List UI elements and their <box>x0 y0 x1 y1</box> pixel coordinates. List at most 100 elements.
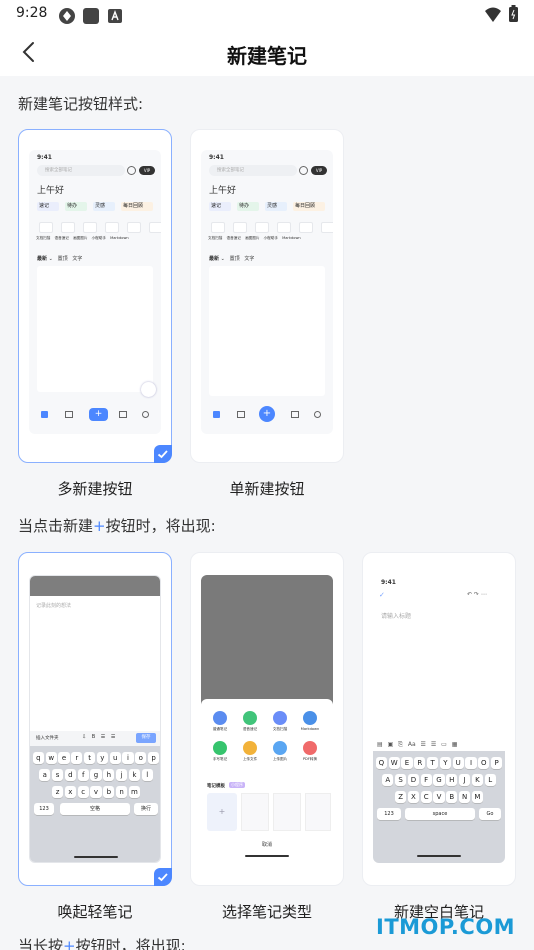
mock-type-icon <box>213 741 227 755</box>
key: 换行 <box>134 803 158 815</box>
page-title: 新建笔记 <box>227 44 307 68</box>
battery-icon <box>509 5 518 22</box>
key: v <box>90 786 102 798</box>
mock-type-label: Markdown <box>300 727 320 731</box>
preview-light-note: 记录此刻的想法 插入文件夹 ⇩ B ☰ ☰ 保存 qwertyuiopasdfg… <box>29 575 161 863</box>
mock-save-button: 保存 <box>136 733 156 743</box>
mock-type-label: 上传文件 <box>242 757 258 761</box>
mock-insert: 插入文件夹 <box>36 736 59 741</box>
key: g <box>90 769 102 781</box>
key: 123 <box>34 803 54 815</box>
key: y <box>96 752 109 764</box>
mock-chip: 速记 <box>37 202 59 211</box>
mock-chip: 灵感 <box>93 202 115 211</box>
mock-type-label: 语音速记 <box>242 727 258 731</box>
mock-title-placeholder: 请输入标题 <box>381 613 412 620</box>
key: s <box>51 769 64 781</box>
click-option-light-note[interactable]: 记录此刻的想法 插入文件夹 ⇩ B ☰ ☰ 保存 qwertyuiopasdfg… <box>18 552 172 886</box>
mock-type-label: PDF转换 <box>302 757 318 761</box>
key: e <box>58 752 70 764</box>
wifi-icon <box>485 7 501 22</box>
key: i <box>122 752 134 764</box>
square-icon <box>83 8 99 24</box>
key: Go <box>479 808 501 820</box>
preview-blank-note: 9:41 ✓ ↶ ↷ ⋯ 请输入标题 ▤ ▣ ⎘ Aa ☰ ☰ ▭ ▦ QWER… <box>373 575 505 863</box>
mock-type-icon <box>303 711 317 725</box>
key: m <box>128 786 141 798</box>
mock-template-label: 笔记模板 <box>207 784 225 789</box>
key: P <box>490 757 503 769</box>
key: l <box>141 769 153 781</box>
style-option-multi-button[interactable]: 9:41 搜索全部笔记 VIP 上午好 速记 待办 灵感 每日回顾 文档扫描 语… <box>18 129 172 463</box>
mock-chip: 每日回顾 <box>293 202 325 211</box>
style-option-caption: 单新建按钮 <box>229 480 305 498</box>
mock-keyboard: Q W E R T Y U I O P A S D F G H J K L Z X C V B N M 123 space Go <box>373 751 505 863</box>
key: M <box>471 791 484 803</box>
status-bar: 9:28 <box>0 0 534 28</box>
click-option-blank-note[interactable]: 9:41 ✓ ↶ ↷ ⋯ 请输入标题 ▤ ▣ ⎘ Aa ☰ ☰ ▭ ▦ QWER… <box>362 552 516 886</box>
key: u <box>109 752 121 764</box>
key: K <box>471 774 484 786</box>
key: I <box>465 757 477 769</box>
mock-time: 9:41 <box>209 154 224 161</box>
key: E <box>401 757 413 769</box>
key: Q <box>375 757 388 769</box>
mock-greeting: 上午好 <box>37 186 65 196</box>
key: O <box>478 757 490 769</box>
key: R <box>414 757 426 769</box>
key: x <box>64 786 77 798</box>
mock-chip: 速记 <box>209 202 231 211</box>
mock-type-icon <box>273 741 287 755</box>
mock-chip: 待办 <box>237 202 259 211</box>
key: f <box>77 769 89 781</box>
key: N <box>458 791 471 803</box>
mock-type-icon <box>273 711 287 725</box>
key: A <box>382 774 394 786</box>
navigation-bar: 新建笔记 <box>0 28 534 76</box>
section-title-click-action: 当点击新建+按钮时，将出现: <box>18 517 216 535</box>
selected-check-icon <box>154 445 172 463</box>
mock-type-icon <box>303 741 317 755</box>
key: V <box>433 791 445 803</box>
key: d <box>64 769 77 781</box>
mock-keyboard: q w e r t y u i o p a s d f g h j k l z x c v b n m 123 空格 换行 <box>30 746 160 862</box>
mock-search-placeholder: 搜索全部笔记 <box>217 168 244 173</box>
key: j <box>115 769 128 781</box>
app-icon <box>59 8 75 24</box>
key: a <box>39 769 51 781</box>
selected-check-icon <box>154 868 172 886</box>
key: H <box>446 774 458 786</box>
key: b <box>103 786 115 798</box>
key: W <box>388 757 400 769</box>
key: w <box>45 752 57 764</box>
key: p <box>147 752 160 764</box>
key: t <box>83 752 96 764</box>
key: q <box>32 752 45 764</box>
mock-type-label: 普通笔记 <box>212 727 228 731</box>
style-option-single-button[interactable]: 9:41 搜索全部笔记 VIP 上午好 速记 待办 灵感 每日回顾 文档扫描 语… <box>190 129 344 463</box>
key: space <box>405 808 475 820</box>
key: 123 <box>377 808 401 820</box>
click-option-caption: 唤起轻笔记 <box>57 903 133 921</box>
preview-note-types: 普通笔记 语音速记 文档扫描 Markdown 手写笔记 上传文件 上传图片 PDF转换 笔记… <box>201 575 333 863</box>
key: S <box>394 774 407 786</box>
key: n <box>115 786 128 798</box>
click-option-note-type[interactable]: 普通笔记 语音速记 文档扫描 Markdown 手写笔记 上传文件 上传图片 PDF转换 笔记… <box>190 552 344 886</box>
key: L <box>484 774 496 786</box>
mock-template-tag: 小程序 <box>229 782 245 788</box>
key: k <box>128 769 141 781</box>
style-option-caption: 多新建按钮 <box>57 480 133 498</box>
mock-type-label: 手写笔记 <box>212 757 228 761</box>
mock-greeting: 上午好 <box>209 186 237 196</box>
mock-vip-badge: VIP <box>139 166 155 175</box>
a-icon <box>108 9 122 23</box>
key: 空格 <box>60 803 130 815</box>
key: o <box>135 752 147 764</box>
mock-type-icon <box>213 711 227 725</box>
preview-single-home: 9:41 搜索全部笔记 VIP 上午好 速记 待办 灵感 每日回顾 文档扫描 语… <box>201 150 333 434</box>
click-option-caption: 选择笔记类型 <box>221 903 312 921</box>
mock-search-placeholder: 搜索全部笔记 <box>45 168 72 173</box>
status-time: 9:28 <box>16 5 48 21</box>
key: T <box>426 757 439 769</box>
section-title-button-style: 新建笔记按钮样式: <box>18 95 144 113</box>
